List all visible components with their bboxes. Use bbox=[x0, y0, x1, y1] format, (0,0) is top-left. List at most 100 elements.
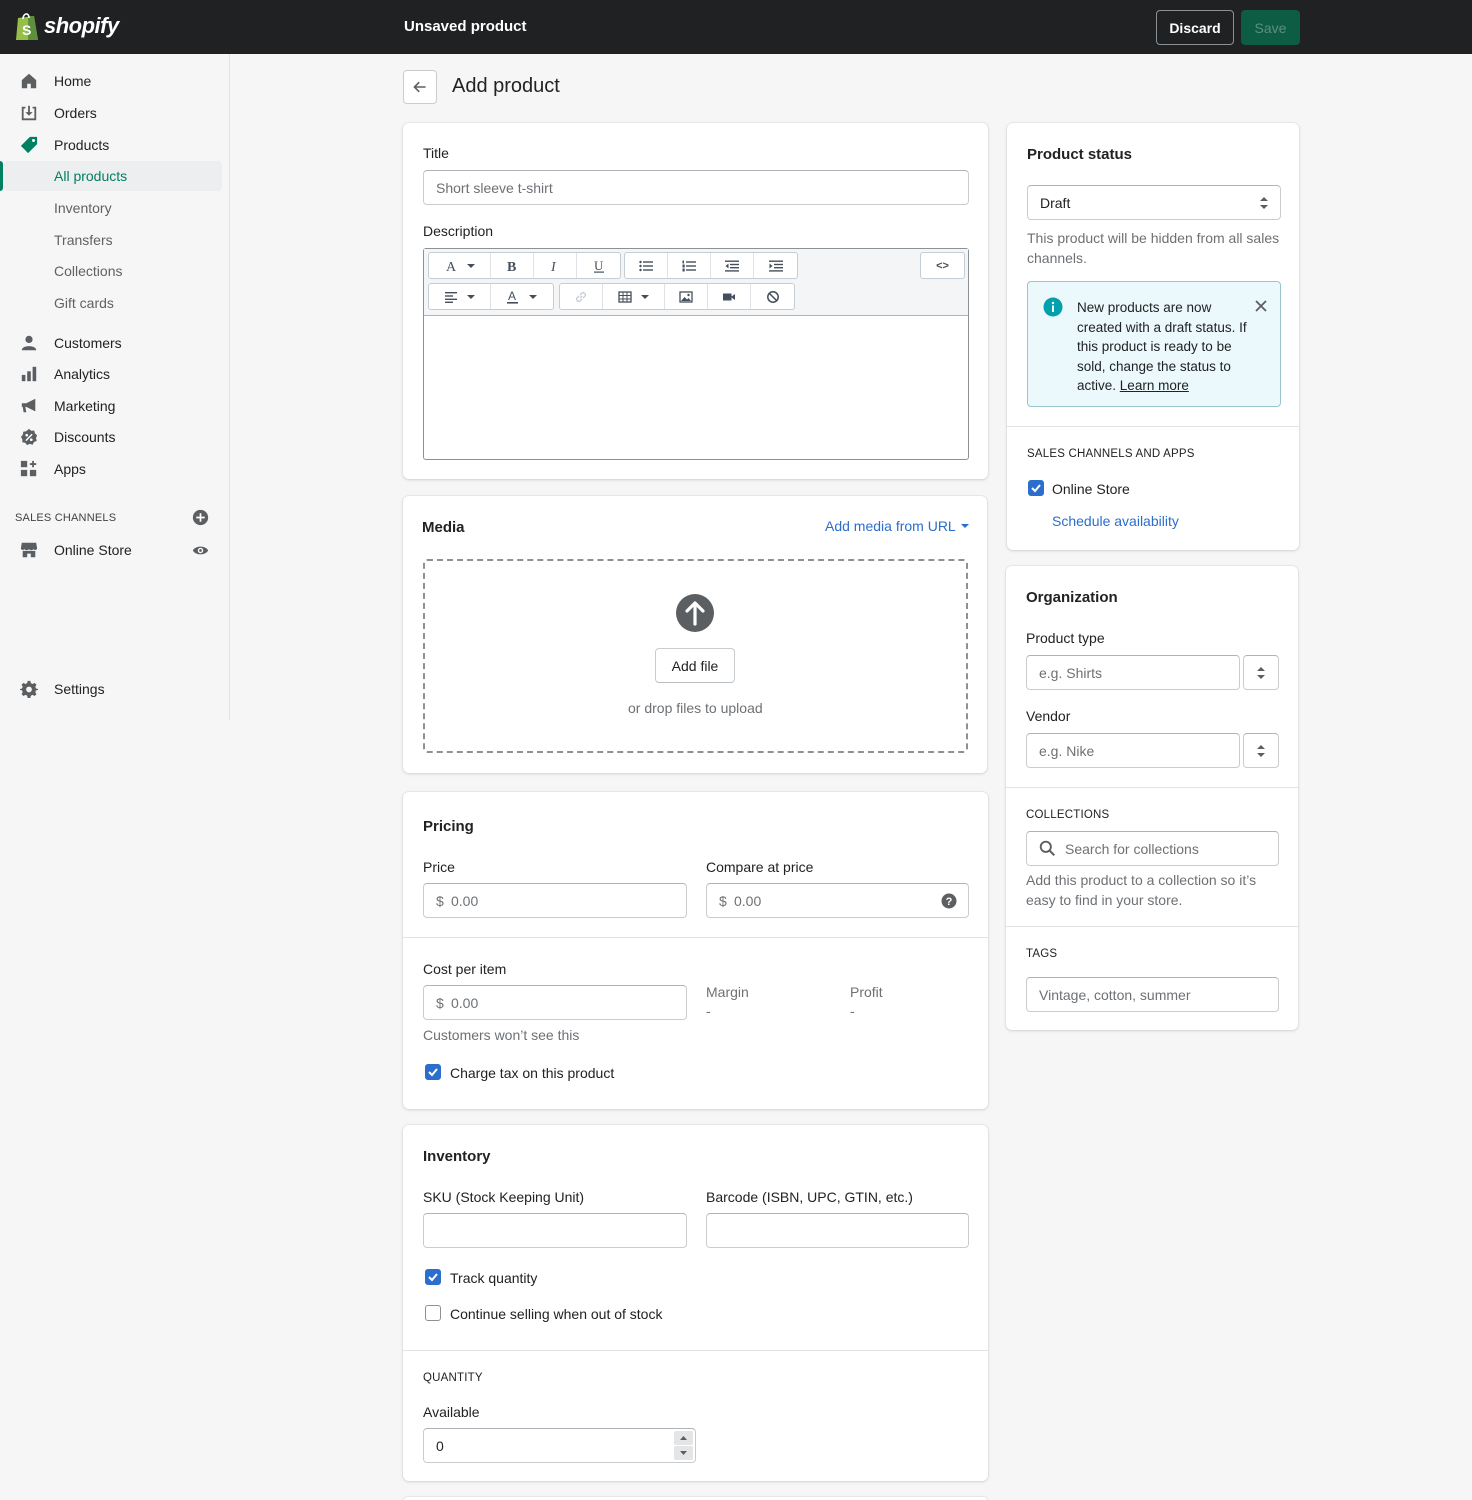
drop-files-text: or drop files to upload bbox=[628, 700, 763, 716]
sku-input[interactable] bbox=[423, 1213, 687, 1248]
align-button[interactable] bbox=[429, 284, 491, 309]
add-file-button[interactable]: Add file bbox=[655, 648, 735, 683]
increment-button[interactable] bbox=[674, 1431, 693, 1445]
underline-button[interactable]: U bbox=[577, 253, 620, 278]
charge-tax-label[interactable]: Charge tax on this product bbox=[450, 1065, 614, 1081]
save-button[interactable]: Save bbox=[1241, 10, 1300, 45]
learn-more-link[interactable]: Learn more bbox=[1120, 378, 1189, 393]
indent-button[interactable] bbox=[754, 253, 797, 278]
back-button[interactable] bbox=[403, 70, 437, 104]
bullet-list-button[interactable] bbox=[625, 253, 668, 278]
track-quantity-checkbox[interactable] bbox=[425, 1269, 441, 1285]
text-color-icon: A bbox=[507, 290, 537, 304]
sidebar-item-label: Analytics bbox=[54, 366, 111, 382]
continue-selling-checkbox[interactable] bbox=[425, 1305, 441, 1321]
online-store-checkbox[interactable] bbox=[1028, 480, 1044, 496]
title-input[interactable]: Short sleeve t-shirt bbox=[423, 170, 969, 205]
sidebar-subitem-all-products[interactable]: All products bbox=[4, 161, 222, 191]
sidebar-subitem-gift-cards[interactable]: Gift cards bbox=[4, 288, 222, 318]
draft-info-banner: New products are now created with a draf… bbox=[1027, 281, 1281, 407]
font-style-button[interactable]: A bbox=[429, 253, 491, 278]
video-button[interactable] bbox=[708, 284, 751, 309]
link-button[interactable] bbox=[560, 284, 603, 309]
status-help-text: This product will be hidden from all sal… bbox=[1027, 230, 1280, 266]
description-textarea[interactable] bbox=[424, 316, 968, 459]
sidebar-subitem-transfers[interactable]: Transfers bbox=[4, 225, 222, 255]
align-color-group: A bbox=[428, 283, 554, 310]
sidebar-item-settings[interactable]: Settings bbox=[0, 674, 222, 704]
image-icon bbox=[679, 290, 693, 303]
continue-selling-label[interactable]: Continue selling when out of stock bbox=[450, 1306, 662, 1322]
outdent-button[interactable] bbox=[711, 253, 754, 278]
sidebar-item-home[interactable]: Home bbox=[0, 66, 222, 96]
sidebar-item-customers[interactable]: Customers bbox=[0, 328, 222, 358]
sidebar-subitem-collections[interactable]: Collections bbox=[4, 256, 222, 286]
sku-label: SKU (Stock Keeping Unit) bbox=[423, 1189, 585, 1205]
decrement-button[interactable] bbox=[674, 1446, 693, 1460]
show-html-button[interactable]: <> bbox=[921, 253, 964, 278]
sidebar-item-label: Settings bbox=[54, 681, 105, 697]
add-media-url-link[interactable]: Add media from URL bbox=[825, 518, 970, 534]
clear-formatting-button[interactable] bbox=[751, 284, 794, 309]
product-type-dropdown-button[interactable] bbox=[1243, 655, 1279, 690]
sidebar-item-analytics[interactable]: Analytics bbox=[0, 359, 222, 389]
sidebar-item-label: Apps bbox=[54, 461, 86, 477]
track-quantity-label[interactable]: Track quantity bbox=[450, 1270, 537, 1286]
sidebar-item-orders[interactable]: Orders bbox=[0, 98, 222, 128]
image-button[interactable] bbox=[665, 284, 708, 309]
sidebar-item-products[interactable]: Products bbox=[0, 130, 222, 160]
banner-message: New products are now created with a draf… bbox=[1077, 298, 1247, 396]
compare-price-placeholder: 0.00 bbox=[734, 893, 762, 909]
schedule-availability-link[interactable]: Schedule availability bbox=[1052, 513, 1179, 529]
active-indicator bbox=[0, 161, 3, 191]
product-type-label: Product type bbox=[1026, 630, 1105, 646]
sidebar-subitem-inventory[interactable]: Inventory bbox=[4, 193, 222, 223]
bold-button[interactable]: B bbox=[491, 253, 534, 278]
status-divider bbox=[1007, 426, 1299, 427]
unsaved-title: Unsaved product bbox=[404, 18, 527, 35]
sidebar-item-online-store[interactable]: Online Store bbox=[0, 535, 222, 565]
bar-chart-icon bbox=[21, 366, 37, 382]
product-type-placeholder: e.g. Shirts bbox=[1039, 665, 1103, 681]
cost-input[interactable]: $ 0.00 bbox=[423, 985, 687, 1020]
organization-divider bbox=[1006, 787, 1298, 788]
sidebar-item-apps[interactable]: Apps bbox=[0, 454, 222, 484]
numbered-list-button[interactable] bbox=[668, 253, 711, 278]
text-color-button[interactable]: A bbox=[491, 284, 553, 309]
add-channel-icon[interactable] bbox=[192, 509, 209, 526]
sidebar-item-discounts[interactable]: Discounts bbox=[0, 422, 222, 452]
title-placeholder: Short sleeve t-shirt bbox=[436, 180, 553, 196]
quantity-stepper[interactable] bbox=[674, 1431, 693, 1460]
vendor-dropdown-button[interactable] bbox=[1243, 733, 1279, 768]
discard-button[interactable]: Discard bbox=[1156, 10, 1234, 45]
sales-channels-apps-heading: SALES CHANNELS AND APPS bbox=[1027, 448, 1195, 460]
media-title: Media bbox=[422, 519, 465, 536]
compare-price-label: Compare at price bbox=[706, 859, 814, 875]
tags-input[interactable]: Vintage, cotton, summer bbox=[1026, 977, 1279, 1012]
tags-heading: TAGS bbox=[1026, 948, 1058, 960]
price-input[interactable]: $ 0.00 bbox=[423, 883, 687, 918]
help-icon[interactable]: ? bbox=[941, 893, 957, 909]
tag-icon bbox=[20, 136, 38, 154]
close-icon[interactable] bbox=[1254, 299, 1268, 313]
compare-price-input[interactable]: $ 0.00 ? bbox=[706, 883, 969, 918]
table-button[interactable] bbox=[603, 284, 665, 309]
italic-button[interactable]: I bbox=[534, 253, 577, 278]
online-store-channel-label[interactable]: Online Store bbox=[1052, 481, 1130, 497]
editor-toolbar: A B I U <> A bbox=[424, 249, 968, 316]
status-select[interactable]: Draft bbox=[1027, 185, 1281, 220]
charge-tax-checkbox[interactable] bbox=[425, 1064, 441, 1080]
barcode-input[interactable] bbox=[706, 1213, 969, 1248]
collections-search-input[interactable]: Search for collections bbox=[1026, 831, 1279, 866]
italic-icon: I bbox=[550, 260, 557, 273]
vendor-input[interactable]: e.g. Nike bbox=[1026, 733, 1240, 768]
shopify-logo[interactable]: S shopify bbox=[14, 10, 119, 42]
sidebar-item-marketing[interactable]: Marketing bbox=[0, 391, 222, 421]
description-editor: A B I U <> A bbox=[423, 248, 969, 460]
eye-icon[interactable] bbox=[192, 542, 209, 559]
sidebar-subitem-label: Gift cards bbox=[54, 295, 114, 311]
available-quantity-input[interactable]: 0 bbox=[423, 1428, 696, 1463]
product-type-input[interactable]: e.g. Shirts bbox=[1026, 655, 1240, 690]
sidebar-item-label: Home bbox=[54, 73, 92, 89]
title-label: Title bbox=[423, 145, 449, 161]
